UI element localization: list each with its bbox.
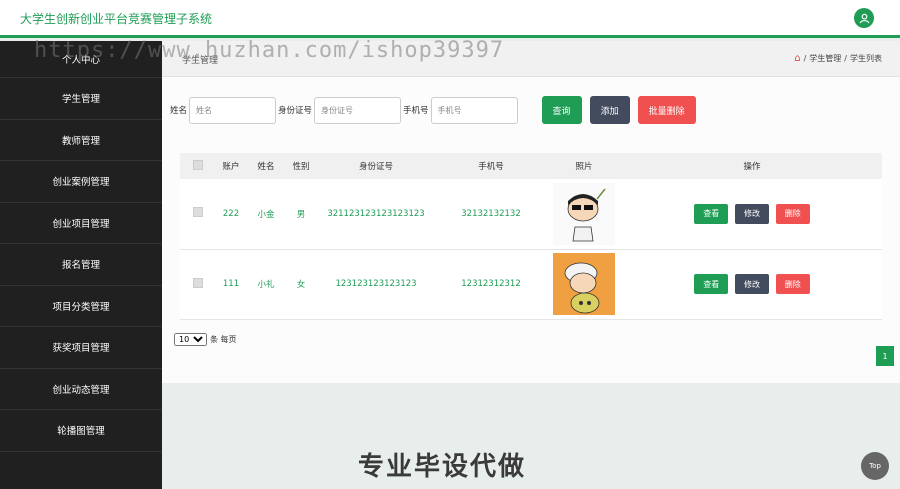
top-bar: 大学生创新创业平台竞赛管理子系统 <box>0 0 900 38</box>
page-size-select[interactable]: 10 <box>174 333 207 346</box>
view-button[interactable]: 查看 <box>694 274 729 294</box>
column-header: 性别 <box>286 153 316 179</box>
actions-cell: 查看 修改 删除 <box>622 179 882 250</box>
edit-button[interactable]: 修改 <box>735 203 769 224</box>
column-header: 身份证号 <box>316 153 436 179</box>
id-number-cell: 321123123123123123 <box>316 179 436 250</box>
breadcrumb: ⌂ / 学生管理 / 学生列表 <box>794 53 882 64</box>
id-number-cell: 123123123123123 <box>316 249 436 320</box>
sidebar-item-startup-projects[interactable]: 创业项目管理 <box>0 203 162 244</box>
name-input[interactable] <box>189 96 277 124</box>
breadcrumb-item[interactable]: 学生管理 <box>809 53 841 64</box>
row-checkbox[interactable] <box>193 207 203 218</box>
add-button[interactable]: 添加 <box>589 96 630 124</box>
id-number-label: 身份证号 <box>278 106 313 116</box>
content-panel: 学生管理 ⌂ / 学生管理 / 学生列表 姓名 身份证号 手机号 查询 添加 批… <box>162 41 900 383</box>
student-table: 账户 姓名 性别 身份证号 手机号 照片 操作 222 小金 男 3211231… <box>180 153 882 320</box>
student-photo <box>553 182 615 245</box>
page-size-control: 10 条 每页 <box>174 333 237 346</box>
column-header: 操作 <box>622 153 882 179</box>
edit-button[interactable]: 修改 <box>735 274 769 294</box>
home-icon[interactable]: ⌂ <box>794 53 800 64</box>
search-bar: 姓名 身份证号 手机号 查询 添加 批量删除 <box>170 96 696 124</box>
phone-cell: 12312312312 <box>436 249 546 320</box>
gender-cell: 女 <box>286 249 316 320</box>
id-number-input[interactable] <box>314 96 402 124</box>
name-label: 姓名 <box>170 106 188 116</box>
photo-cell <box>546 249 622 320</box>
table-header-row: 账户 姓名 性别 身份证号 手机号 照片 操作 <box>180 153 882 179</box>
name-cell: 小金 <box>246 179 286 250</box>
batch-delete-button[interactable]: 批量删除 <box>637 96 696 124</box>
breadcrumb-item: 学生列表 <box>850 54 882 63</box>
page-size-suffix: 条 每页 <box>210 335 237 344</box>
select-all-checkbox[interactable] <box>193 159 203 170</box>
delete-button[interactable]: 删除 <box>775 274 810 294</box>
column-header: 照片 <box>546 153 622 179</box>
sidebar: 个人中心 学生管理 教师管理 创业案例管理 创业项目管理 报名管理 项目分类管理… <box>0 41 162 489</box>
phone-input[interactable] <box>430 96 518 124</box>
sidebar-item-registrations[interactable]: 报名管理 <box>0 244 162 286</box>
banner-text: 专业毕设代做 <box>358 452 527 482</box>
sidebar-item-carousel[interactable]: 轮播图管理 <box>0 410 162 452</box>
account-cell: 222 <box>216 179 246 250</box>
table-row: 111 小礼 女 123123123123123 12312312312 查看 … <box>180 249 882 320</box>
breadcrumb-bar: 学生管理 ⌂ / 学生管理 / 学生列表 <box>162 41 900 77</box>
student-photo <box>553 253 615 315</box>
phone-label: 手机号 <box>403 106 429 116</box>
breadcrumb-separator: / <box>803 54 807 63</box>
sidebar-item-startup-cases[interactable]: 创业案例管理 <box>0 161 162 203</box>
delete-button[interactable]: 删除 <box>775 203 810 224</box>
sidebar-item-students[interactable]: 学生管理 <box>0 78 162 120</box>
query-button[interactable]: 查询 <box>541 96 582 124</box>
table-row: 222 小金 男 321123123123123123 32132132132 <box>180 179 882 250</box>
user-icon <box>859 13 869 23</box>
breadcrumb-separator: / <box>844 54 847 63</box>
sidebar-item-teachers[interactable]: 教师管理 <box>0 120 162 161</box>
row-checkbox-cell <box>180 249 216 320</box>
page-number-button[interactable]: 1 <box>876 346 894 366</box>
sidebar-item-award-projects[interactable]: 获奖项目管理 <box>0 327 162 369</box>
gender-cell: 男 <box>286 179 316 250</box>
page-title: 学生管理 <box>182 56 219 66</box>
user-avatar-button[interactable] <box>854 8 874 28</box>
view-button[interactable]: 查看 <box>694 203 729 224</box>
row-checkbox-cell <box>180 179 216 250</box>
actions-cell: 查看 修改 删除 <box>622 249 882 320</box>
column-header: 账户 <box>216 153 246 179</box>
select-all-cell <box>180 153 216 179</box>
photo-cell <box>546 179 622 250</box>
sidebar-item-project-categories[interactable]: 项目分类管理 <box>0 286 162 327</box>
row-checkbox[interactable] <box>193 277 203 288</box>
sidebar-item-startup-news[interactable]: 创业动态管理 <box>0 369 162 410</box>
app-title: 大学生创新创业平台竞赛管理子系统 <box>20 12 213 26</box>
account-cell: 111 <box>216 249 246 320</box>
phone-cell: 32132132132 <box>436 179 546 250</box>
main-area: 学生管理 ⌂ / 学生管理 / 学生列表 姓名 身份证号 手机号 查询 添加 批… <box>162 41 900 489</box>
column-header: 手机号 <box>436 153 546 179</box>
sidebar-item-personal-center[interactable]: 个人中心 <box>0 41 162 78</box>
name-cell: 小礼 <box>246 249 286 320</box>
column-header: 姓名 <box>246 153 286 179</box>
back-to-top-button[interactable]: Top <box>861 452 889 480</box>
